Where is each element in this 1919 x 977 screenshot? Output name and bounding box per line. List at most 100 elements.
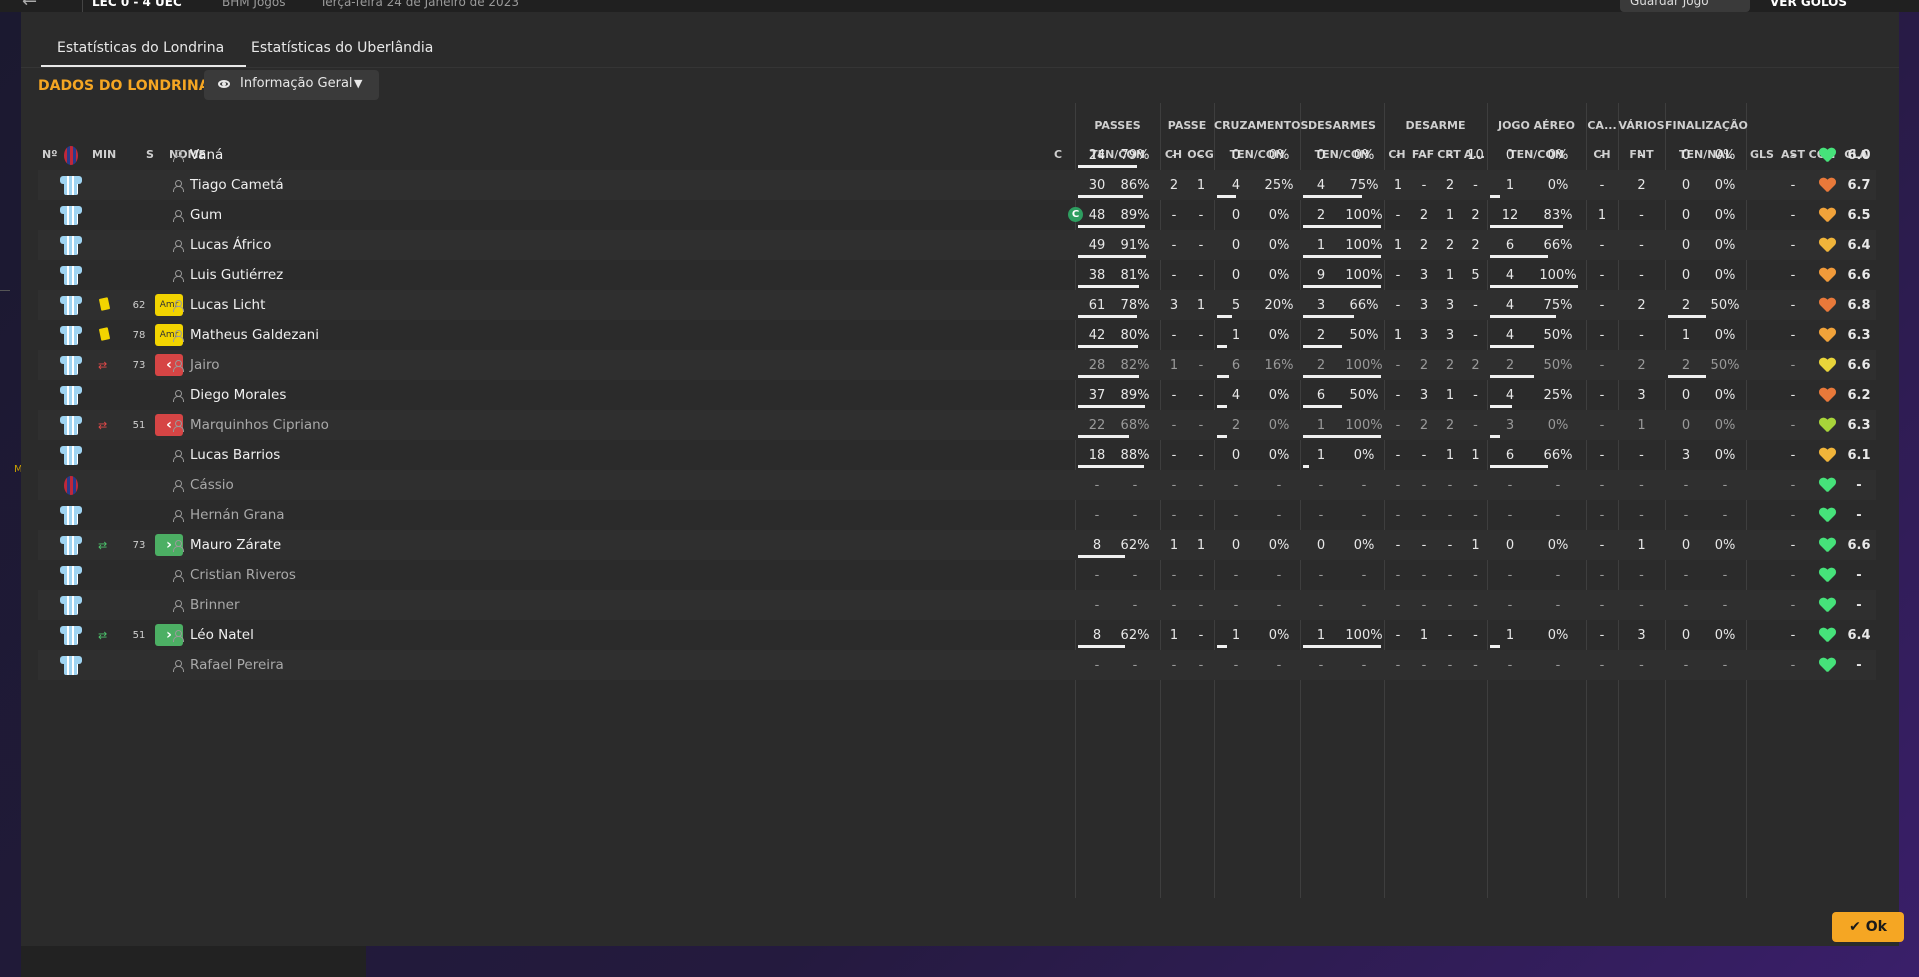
passes-completed-pct: 68% (1120, 418, 1150, 433)
shirt-sleeve (76, 506, 82, 514)
tackles-won-pct: 75% (1349, 178, 1379, 193)
table-row[interactable]: ⇄ 73 › Mauro Zárate 8 62% 1 1 0 0% 0 0% - - -1 0 0% -1 0 0%… (38, 530, 1876, 560)
tab-londrina-stats[interactable]: Estatísticas do Londrina (57, 40, 224, 56)
player-name[interactable]: Diego Morales (190, 387, 286, 403)
headers-attempted: 1 (1505, 178, 1515, 193)
shirt-sleeve (76, 566, 82, 574)
tab-uberlandia-stats[interactable]: Estatísticas do Uberlândia (251, 40, 433, 56)
condition-heart-icon (1819, 328, 1835, 342)
shots-attempted: 0 (1681, 238, 1691, 253)
view-dropdown-label: Informação Geral (240, 76, 353, 91)
player-name[interactable]: Cássio (190, 477, 234, 493)
table-row[interactable]: ⇄ 73 ‹ Jairo 28 82% 1-6 16% 2 100% -2 2 2 2 50% -2 2 50% -… (38, 350, 1876, 380)
passes-completed-pct: - (1132, 478, 1138, 493)
headers-won-pct: 0% (1547, 148, 1569, 163)
ca-ch: - (1599, 358, 1605, 373)
passes-attempted: 8 (1092, 538, 1102, 553)
crosses-completed-pct: - (1276, 568, 1282, 583)
table-row[interactable]: ⇄ 51 ‹ Marquinhos Cipriano 22 68% - -2 0% 1 100% -2… (38, 410, 1876, 440)
defensive-ch: - (1395, 268, 1401, 283)
table-row[interactable]: Luis Gutiérrez 38 81% - -0 0% 9 100% -3 1 5 4 100% - -… (38, 260, 1876, 290)
headers-won-pct: 0% (1547, 628, 1569, 643)
table-row[interactable]: Vaná 24 79% - -0 0% 0 0% - - -10 0 0% - -0 0% -6.0 (38, 140, 1876, 170)
player-shirt-icon (60, 264, 82, 286)
player-name[interactable]: Jairo (190, 357, 220, 373)
key-passes: 2 (1169, 178, 1179, 193)
player-name[interactable]: Lucas Licht (190, 297, 265, 313)
back-icon[interactable]: ← (22, 0, 37, 12)
assists: - (1790, 178, 1796, 193)
table-row[interactable]: Hernán Grana - - - - - - - - - - - - - - - - - - - - (38, 500, 1876, 530)
player-name[interactable]: Gum (190, 207, 222, 223)
fouls-committed: 2 (1637, 298, 1646, 313)
minute-label: 51 (132, 630, 146, 641)
table-row[interactable]: Lucas Barrios 18 88% - - 0 0% 1 0% - - 1 1 6 66% - - 3 0% -… (38, 440, 1876, 470)
player-shirt-icon (60, 594, 82, 616)
condition-heart-icon (1819, 388, 1835, 402)
table-row[interactable]: 62 Amr Lucas Licht 61 78% 3 1 5 20% 3 66% -3 3-4 75% -… (38, 290, 1876, 320)
player-name[interactable]: Lucas Áfrico (190, 237, 271, 253)
table-row[interactable]: Tiago Cametá 30 86% 2 1 4 25% 4 75% 1 - 2 - 1 0% - 2 0 0% -… (38, 170, 1876, 200)
shots-attempted: 0 (1681, 628, 1691, 643)
progress-bar (1490, 375, 1534, 378)
clearances: - (1447, 658, 1453, 673)
chances-created: 1 (1196, 298, 1206, 313)
table-row[interactable]: Brinner - - - - - - - - - - - - - - - - - - - - (38, 590, 1876, 620)
fouls-against: - (1421, 658, 1427, 673)
player-name[interactable]: Matheus Galdezani (190, 327, 319, 343)
shots-on-target-pct: - (1722, 658, 1728, 673)
view-dropdown[interactable]: Informação Geral ▼ (204, 70, 379, 100)
table-row[interactable]: Lucas Áfrico 49 91% - - 0 0% 1 100% 1 2 2 2 6 66% - - 0 0%… (38, 230, 1876, 260)
player-shirt-icon (60, 654, 82, 676)
chances-created: - (1198, 418, 1204, 433)
crosses-attempted: - (1233, 658, 1239, 673)
headers-won-pct: 75% (1543, 298, 1573, 313)
view-goals-button[interactable]: VER GOLOS (1770, 0, 1847, 9)
table-row[interactable]: Cássio - - - - - - - - - - - - - - - - - - - - (38, 470, 1876, 500)
player-name[interactable]: Tiago Cametá (190, 177, 284, 193)
player-name[interactable]: Vaná (190, 147, 223, 163)
yellow-card-icon (98, 327, 111, 341)
player-name[interactable]: Hernán Grana (190, 507, 285, 523)
ca-ch: - (1599, 538, 1605, 553)
assists: - (1790, 208, 1796, 223)
headers-won-pct: - (1555, 508, 1561, 523)
table-row[interactable]: ⇄ 51 › Léo Natel 8 62% 1-1 0% 1 100% -1- -1 0% -3 0 0% -… (38, 620, 1876, 650)
table-row[interactable]: Cristian Riveros - - - - - - - - - - - - - - - - - - - - (38, 560, 1876, 590)
defensive-ch: - (1395, 148, 1401, 163)
tackles-attempted: 2 (1316, 208, 1326, 223)
table-row[interactable]: Rafael Pereira - - - - - - - - - - - - - - - - - - - - (38, 650, 1876, 680)
table-row[interactable]: 78 Amr Matheus Galdezani 42 80% - -1 0% 2 50% 1 3 3-… (38, 320, 1876, 350)
player-name[interactable]: Cristian Riveros (190, 567, 296, 583)
shots-on-target-pct: - (1722, 598, 1728, 613)
crosses-completed-pct: - (1276, 478, 1282, 493)
person-icon (172, 390, 184, 402)
person-icon (172, 600, 184, 612)
player-name[interactable]: Brinner (190, 597, 240, 613)
fouls-committed: 2 (1637, 178, 1646, 193)
tackles-won-pct: 66% (1349, 298, 1379, 313)
ok-button-label: Ok (1865, 919, 1887, 935)
player-name[interactable]: Mauro Zárate (190, 537, 281, 553)
shots-on-target-pct: 0% (1714, 388, 1736, 403)
passes-attempted: 38 (1088, 268, 1106, 283)
player-name[interactable]: Rafael Pereira (190, 657, 284, 673)
crosses-attempted: 0 (1231, 148, 1241, 163)
crosses-completed-pct: 0% (1268, 268, 1290, 283)
table-row[interactable]: Diego Morales 37 89% - - 4 0% 6 50% - 3 1 - 4 25% - 3 0 0%… (38, 380, 1876, 410)
player-name[interactable]: Lucas Barrios (190, 447, 280, 463)
player-name[interactable]: Léo Natel (190, 627, 254, 643)
player-name[interactable]: Luis Gutiérrez (190, 267, 283, 283)
player-name[interactable]: Marquinhos Cipriano (190, 417, 329, 433)
ca-ch: - (1599, 418, 1605, 433)
ca-ch: 1 (1597, 208, 1607, 223)
ok-button[interactable]: ✔ Ok (1832, 912, 1904, 942)
tackles-attempted: 1 (1316, 448, 1326, 463)
save-game-button[interactable]: Guardar Jogo (1620, 0, 1750, 12)
tackles-won-pct: 100% (1345, 268, 1383, 283)
passes-completed-pct: - (1132, 598, 1138, 613)
player-shirt-icon (60, 384, 82, 406)
player-rating: 6.4 (1847, 238, 1871, 253)
table-row[interactable]: Gum C 48 89% - -0 0% 2 100% -2 1 2 12 83% 1-0 0% -6.5 (38, 200, 1876, 230)
shots-on-target-pct: 0% (1714, 208, 1736, 223)
